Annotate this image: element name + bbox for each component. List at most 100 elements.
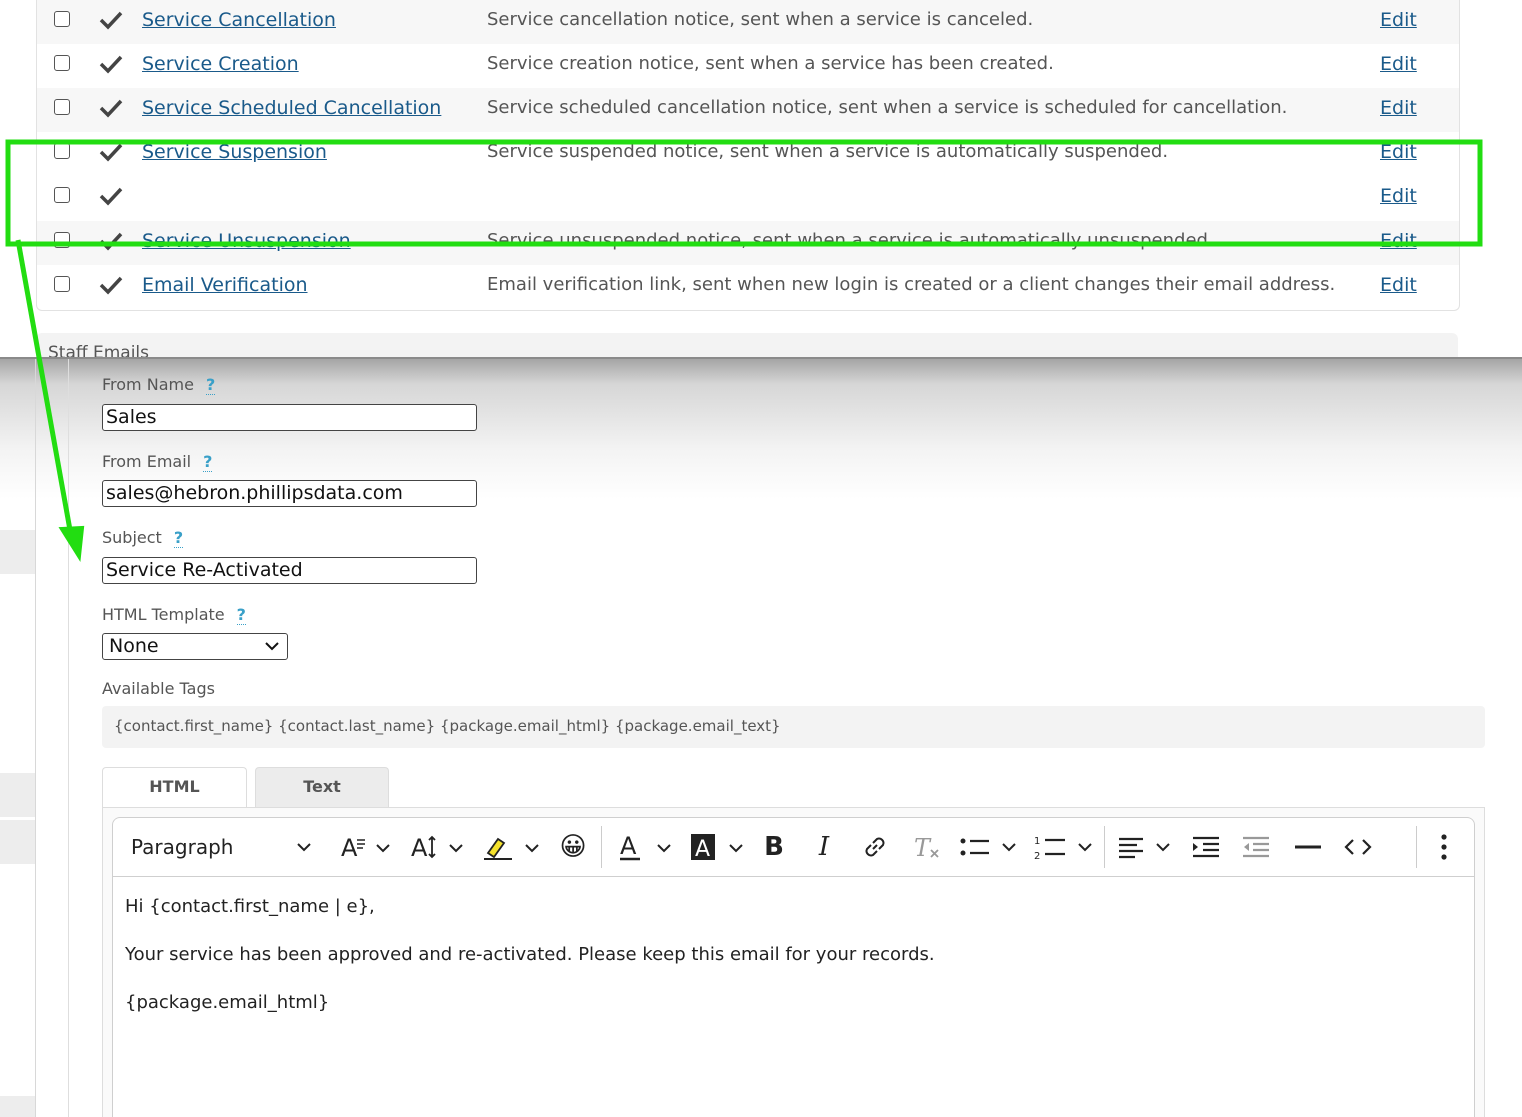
sidebar-edge <box>35 359 36 1117</box>
edit-link[interactable]: Edit <box>1380 9 1417 31</box>
staff-emails-header[interactable]: Staff Emails <box>36 333 1458 358</box>
notices-table: Service Cancellation Service cancellatio… <box>36 0 1460 311</box>
table-row: Service Creation Service creation notice… <box>37 44 1459 88</box>
highlight-icon[interactable] <box>481 828 541 866</box>
from-name-label: From Name? <box>102 375 216 395</box>
notice-name-link[interactable]: Service Creation <box>142 53 299 75</box>
help-icon[interactable]: ? <box>236 605 246 625</box>
svg-text:2: 2 <box>1034 851 1040 862</box>
edit-link[interactable]: Edit <box>1380 185 1417 207</box>
body-line: Hi {contact.first_name | e}, <box>125 896 375 917</box>
edit-link[interactable]: Edit <box>1380 141 1417 163</box>
row-checkbox[interactable] <box>54 143 70 159</box>
source-code-icon[interactable] <box>1341 828 1375 866</box>
row-checkbox[interactable] <box>54 276 70 292</box>
notice-name-link[interactable]: Service Suspension <box>142 141 327 163</box>
svg-text:A: A <box>411 834 428 861</box>
row-checkbox[interactable] <box>54 187 70 203</box>
text-color-icon[interactable]: A <box>617 828 675 866</box>
svg-text:A: A <box>695 837 710 862</box>
sidebar-item[interactable] <box>0 773 35 817</box>
checkmark-icon <box>99 11 123 30</box>
align-icon[interactable] <box>1117 828 1177 866</box>
sidebar-item[interactable] <box>0 530 35 574</box>
notice-description: Service cancellation notice, sent when a… <box>487 9 1034 30</box>
notice-name-link[interactable]: Service Cancellation <box>142 9 336 31</box>
notice-name-link[interactable]: Service Unsuspension <box>142 230 351 252</box>
svg-text:A: A <box>341 834 358 861</box>
sidebar-item[interactable] <box>0 820 35 864</box>
html-template-select[interactable]: None <box>102 633 288 660</box>
notice-description: Service unsuspended notice, sent when a … <box>487 230 1214 251</box>
numbered-list-icon[interactable]: 12 <box>1033 828 1097 866</box>
toolbar-separator <box>1104 826 1105 868</box>
from-email-label: From Email? <box>102 452 213 472</box>
link-icon[interactable] <box>857 828 893 866</box>
sidebar-item[interactable] <box>0 1096 35 1117</box>
body-line: {package.email_html} <box>125 992 330 1013</box>
available-tags-label: Available Tags <box>102 679 215 698</box>
notice-description: Service suspended notice, sent when a se… <box>487 141 1169 162</box>
bullet-list-icon[interactable] <box>959 828 1023 866</box>
checkmark-icon <box>99 276 123 295</box>
help-icon[interactable]: ? <box>173 528 184 548</box>
background-color-icon[interactable]: A <box>689 828 747 866</box>
notice-description: Service creation notice, sent when a ser… <box>487 53 1054 74</box>
content-edge <box>68 359 69 1117</box>
svg-text:1: 1 <box>1034 836 1040 847</box>
checkmark-icon <box>99 232 123 251</box>
notice-name-link[interactable]: Service Scheduled Cancellation <box>142 97 441 119</box>
toolbar-separator <box>601 826 602 868</box>
row-checkbox[interactable] <box>54 232 70 248</box>
tab-html[interactable]: HTML <box>102 767 247 808</box>
table-row: Service Scheduled Cancellation Service s… <box>37 88 1459 132</box>
row-checkbox[interactable] <box>54 55 70 71</box>
notice-description: Email verification link, sent when new l… <box>487 274 1336 295</box>
html-template-label: HTML Template? <box>102 605 246 625</box>
svg-text:A: A <box>620 832 637 860</box>
svg-text:T: T <box>914 834 932 861</box>
edit-link[interactable]: Edit <box>1380 230 1417 252</box>
clear-formatting-icon[interactable]: T <box>909 828 945 866</box>
notice-description: Service scheduled cancellation notice, s… <box>487 97 1288 118</box>
row-checkbox[interactable] <box>54 11 70 27</box>
from-email-input[interactable]: sales@hebron.phillipsdata.com <box>102 480 477 507</box>
outdent-icon[interactable] <box>1239 828 1273 866</box>
subject-label: Subject? <box>102 528 184 548</box>
checkmark-icon <box>99 55 123 74</box>
from-name-input[interactable]: Sales <box>102 404 477 431</box>
row-checkbox[interactable] <box>54 99 70 115</box>
help-icon[interactable]: ? <box>205 375 216 395</box>
table-row: Service Cancellation Service cancellatio… <box>37 0 1459 44</box>
body-line: Your service has been approved and re-ac… <box>125 944 935 965</box>
table-row: Service Unsuspension Service unsuspended… <box>37 221 1459 265</box>
horizontal-line-icon[interactable] <box>1291 828 1325 866</box>
emoji-icon[interactable]: 😀 <box>553 828 593 866</box>
tab-text[interactable]: Text <box>255 767 389 807</box>
toolbar-separator <box>1416 826 1417 868</box>
checkmark-icon <box>99 143 123 162</box>
more-options-icon[interactable] <box>1431 828 1457 866</box>
edit-link[interactable]: Edit <box>1380 97 1417 119</box>
block-format-dropdown[interactable]: Paragraph <box>121 828 321 866</box>
available-tags: {contact.first_name} {contact.last_name}… <box>102 706 1485 748</box>
font-size-icon[interactable]: A <box>409 828 465 866</box>
table-row: Service Suspension Service suspended not… <box>37 132 1459 176</box>
table-row: Email Verification Email verification li… <box>37 265 1459 309</box>
edit-link[interactable]: Edit <box>1380 53 1417 75</box>
bold-icon[interactable]: B <box>759 828 789 866</box>
chevron-down-icon <box>297 842 311 851</box>
email-edit-panel: From Name? Sales From Email? sales@hebro… <box>0 359 1522 1117</box>
editor-toolbar: Paragraph A A 😀 A A B I T 1 2 <box>113 818 1474 877</box>
checkmark-icon <box>99 99 123 118</box>
edit-link[interactable]: Edit <box>1380 274 1417 296</box>
italic-icon[interactable]: I <box>809 828 839 866</box>
indent-icon[interactable] <box>1189 828 1223 866</box>
rich-text-editor: Paragraph A A 😀 A A B I T 1 2 Hi {contac… <box>112 817 1475 1117</box>
help-icon[interactable]: ? <box>203 452 213 472</box>
chevron-down-icon <box>265 642 279 651</box>
subject-input[interactable]: Service Re-Activated <box>102 557 477 584</box>
client-emails-panel: Service Cancellation Service cancellatio… <box>0 0 1522 358</box>
font-family-icon[interactable]: A <box>337 828 393 866</box>
notice-name-link[interactable]: Email Verification <box>142 274 308 296</box>
